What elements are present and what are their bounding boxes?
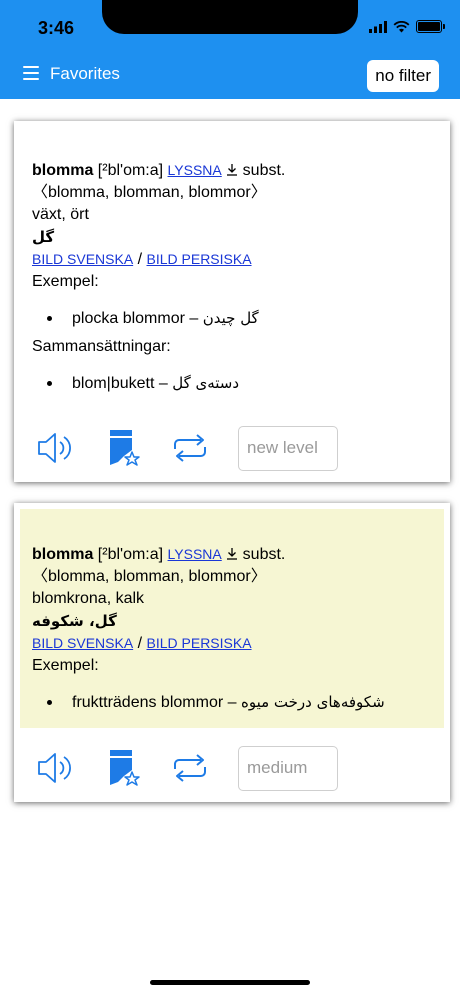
card-entry: blomma [²bl'om:a] LYSSNA subst. 〈blomma,…	[20, 509, 444, 728]
speaker-button[interactable]	[36, 748, 76, 788]
nav-title[interactable]: Favorites	[50, 64, 120, 84]
image-link-swedish[interactable]: BILD SVENSKA	[32, 251, 133, 267]
word-card: blomma [²bl'om:a] LYSSNA subst. 〈blomma,…	[14, 121, 450, 482]
repeat-icon	[174, 434, 206, 462]
repeat-button[interactable]	[170, 428, 210, 468]
home-indicator	[150, 980, 310, 985]
word-card: blomma [²bl'om:a] LYSSNA subst. 〈blomma,…	[14, 503, 450, 802]
compound-persian: دسته‌ی گل	[172, 374, 240, 392]
repeat-button[interactable]	[170, 748, 210, 788]
bookmark-star-icon	[110, 750, 140, 786]
example-persian: گل چیدن	[202, 309, 259, 327]
listen-link[interactable]: LYSSNA	[168, 162, 222, 178]
headword: blomma	[32, 162, 94, 179]
example-persian: شکوفه‌های درخت میوه	[240, 693, 385, 711]
hamburger-menu-icon[interactable]	[23, 66, 39, 80]
card-actions	[36, 745, 450, 791]
download-arrow-icon[interactable]	[226, 163, 238, 176]
link-separator: /	[137, 635, 147, 652]
status-bar: 3:46	[0, 0, 460, 50]
image-link-swedish[interactable]: BILD SVENSKA	[32, 635, 133, 651]
system-icons	[369, 20, 445, 33]
inflections: 〈blomma, blomman, blommor〉	[32, 568, 267, 585]
status-time: 3:46	[38, 18, 75, 38]
examples-list: fruktträdens blommor – شکوفه‌های درخت می…	[32, 691, 432, 714]
download-arrow-icon[interactable]	[226, 547, 238, 560]
bookmark-button[interactable]	[104, 748, 144, 788]
example-swedish: plocka blommor –	[72, 310, 199, 327]
compounds-heading: Sammansättningar:	[32, 338, 171, 355]
speaker-button[interactable]	[36, 428, 76, 468]
pronunciation: [²bl'om:a]	[97, 546, 164, 563]
pronunciation: [²bl'om:a]	[97, 162, 164, 179]
card-entry: blomma [²bl'om:a] LYSSNA subst. 〈blomma,…	[20, 159, 444, 401]
image-links: BILD SVENSKA / BILD PERSISKA	[32, 248, 432, 271]
battery-icon	[416, 20, 445, 33]
example-swedish: fruktträdens blommor –	[72, 694, 237, 711]
compound-item: blom|bukett – دسته‌ی گل	[42, 372, 432, 395]
definition: växt, ört	[32, 206, 89, 223]
entry-header: blomma [²bl'om:a] LYSSNA subst.	[32, 159, 432, 182]
image-link-persian[interactable]: BILD PERSISKA	[147, 251, 252, 267]
device-notch	[102, 0, 358, 34]
examples-heading: Exempel:	[32, 273, 99, 290]
card-actions	[36, 425, 450, 471]
example-item: fruktträdens blommor – شکوفه‌های درخت می…	[42, 691, 432, 714]
filter-button[interactable]: no filter	[367, 60, 439, 92]
level-input[interactable]	[238, 745, 338, 791]
speaker-icon	[38, 753, 71, 783]
level-input[interactable]	[238, 425, 338, 471]
image-link-persian[interactable]: BILD PERSISKA	[147, 635, 252, 651]
word-class: subst.	[242, 162, 286, 179]
compounds-list: blom|bukett – دسته‌ی گل	[32, 372, 432, 395]
example-item: plocka blommor – گل چیدن	[42, 307, 432, 330]
repeat-icon	[174, 754, 206, 782]
compound-swedish: blom|bukett –	[72, 375, 168, 392]
entry-header: blomma [²bl'om:a] LYSSNA subst.	[32, 543, 432, 566]
nav-bar: Favorites no filter	[0, 50, 460, 99]
signal-icon	[369, 20, 387, 33]
word-class: subst.	[242, 546, 286, 563]
definition: blomkrona, kalk	[32, 590, 145, 607]
listen-link[interactable]: LYSSNA	[168, 546, 222, 562]
translation: گل، شکوفه	[32, 612, 117, 630]
examples-heading: Exempel:	[32, 657, 99, 674]
speaker-icon	[38, 433, 71, 463]
examples-list: plocka blommor – گل چیدن	[32, 307, 432, 330]
inflections: 〈blomma, blomman, blommor〉	[32, 184, 267, 201]
link-separator: /	[137, 251, 147, 268]
bookmark-button[interactable]	[104, 428, 144, 468]
bookmark-star-icon	[110, 430, 140, 466]
wifi-icon	[393, 20, 410, 32]
translation: گل	[32, 228, 55, 246]
headword: blomma	[32, 546, 94, 563]
image-links: BILD SVENSKA / BILD PERSISKA	[32, 632, 432, 655]
